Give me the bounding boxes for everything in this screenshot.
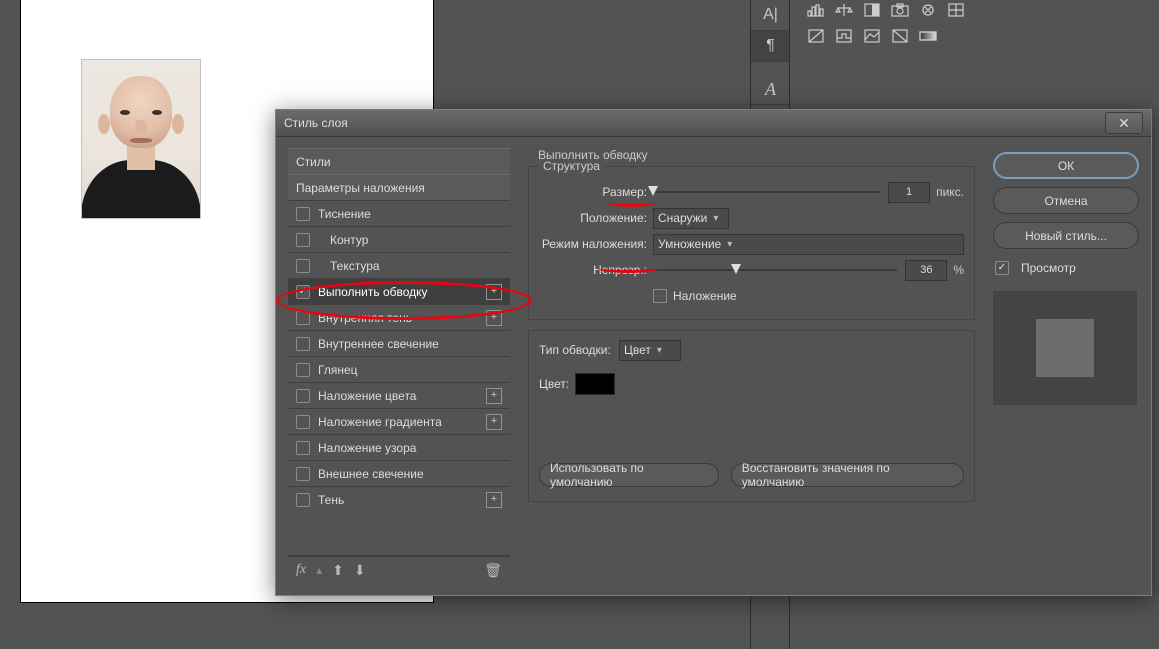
gradient-map-icon[interactable] bbox=[918, 28, 938, 44]
stroketype-label: Тип обводки: bbox=[539, 343, 619, 357]
move-up-icon[interactable]: ⬆ bbox=[332, 562, 344, 579]
effect-grad-overlay[interactable]: Наложение градиента + bbox=[288, 408, 510, 434]
checkbox-icon[interactable] bbox=[296, 467, 310, 481]
checkbox-icon[interactable] bbox=[296, 415, 310, 429]
effects-panel: Стили Параметры наложения Тиснение Конту… bbox=[288, 148, 510, 583]
effect-color-overlay[interactable]: Наложение цвета + bbox=[288, 382, 510, 408]
vtool-sep bbox=[751, 62, 790, 74]
opacity-slider[interactable] bbox=[653, 263, 897, 277]
add-effect-icon[interactable]: + bbox=[486, 310, 502, 326]
document-photo bbox=[81, 59, 201, 219]
styles-header[interactable]: Стили bbox=[288, 148, 510, 174]
grid-icon[interactable] bbox=[946, 2, 966, 18]
color-label: Цвет: bbox=[539, 377, 575, 391]
effect-bevel[interactable]: Тиснение bbox=[288, 200, 510, 226]
effect-stroke[interactable]: Выполнить обводку + bbox=[288, 278, 510, 304]
effect-inner-shadow[interactable]: Внутренняя тень + bbox=[288, 304, 510, 330]
checkbox-icon[interactable] bbox=[296, 363, 310, 377]
make-default-button[interactable]: Использовать по умолчанию bbox=[539, 463, 719, 487]
channel-mixer-icon[interactable] bbox=[890, 28, 910, 44]
checkbox-icon[interactable] bbox=[296, 259, 310, 273]
vtool-paragraph-icon[interactable]: ¶ bbox=[751, 31, 790, 62]
blending-options-header[interactable]: Параметры наложения bbox=[288, 174, 510, 200]
size-label: Размер: bbox=[539, 185, 653, 199]
size-unit: пикс. bbox=[936, 185, 964, 199]
blackwhite-icon[interactable] bbox=[806, 28, 826, 44]
camera-icon[interactable] bbox=[890, 2, 910, 18]
effect-pattern-overlay[interactable]: Наложение узора bbox=[288, 434, 510, 460]
contrast-icon[interactable] bbox=[862, 2, 882, 18]
opacity-unit: % bbox=[953, 263, 964, 277]
effect-texture[interactable]: Текстура bbox=[288, 252, 510, 278]
stroke-settings: Выполнить обводку Структура Размер: пикс… bbox=[522, 148, 981, 583]
fx-menu-icon[interactable]: fx bbox=[296, 562, 306, 578]
position-select[interactable]: Снаружи bbox=[653, 208, 729, 229]
add-effect-icon[interactable]: + bbox=[486, 492, 502, 508]
structure-group: Структура bbox=[539, 159, 604, 173]
size-slider[interactable] bbox=[653, 185, 880, 199]
preview-checkbox[interactable] bbox=[995, 261, 1009, 275]
add-effect-icon[interactable]: + bbox=[486, 388, 502, 404]
ok-button[interactable]: ОК bbox=[993, 152, 1139, 179]
layer-style-dialog: Стиль слоя ✕ Стили Параметры наложения Т… bbox=[275, 109, 1152, 596]
checkbox-icon[interactable] bbox=[296, 285, 310, 299]
preview-label: Просмотр bbox=[1021, 261, 1076, 275]
scales-icon[interactable] bbox=[834, 2, 854, 18]
checkbox-icon[interactable] bbox=[296, 441, 310, 455]
checkbox-icon[interactable] bbox=[296, 233, 310, 247]
reset-default-button[interactable]: Восстановить значения по умолчанию bbox=[731, 463, 964, 487]
preview-thumbnail bbox=[993, 291, 1137, 405]
checkbox-icon[interactable] bbox=[296, 337, 310, 351]
checkbox-icon[interactable] bbox=[296, 493, 310, 507]
new-style-button[interactable]: Новый стиль... bbox=[993, 222, 1139, 249]
position-label: Положение: bbox=[539, 211, 653, 225]
vtool-glyphs-icon[interactable]: A bbox=[751, 74, 790, 105]
overlay-label: Наложение bbox=[673, 289, 737, 303]
posterize-icon[interactable] bbox=[834, 28, 854, 44]
effect-drop-shadow[interactable]: Тень + bbox=[288, 486, 510, 512]
dialog-actions: ОК Отмена Новый стиль... Просмотр bbox=[993, 148, 1139, 583]
effect-inner-glow[interactable]: Внутреннее свечение bbox=[288, 330, 510, 356]
color-swatch[interactable] bbox=[575, 373, 615, 395]
add-effect-icon[interactable]: + bbox=[486, 414, 502, 430]
cancel-button[interactable]: Отмена bbox=[993, 187, 1139, 214]
opacity-input[interactable] bbox=[905, 260, 947, 281]
threshold-icon[interactable] bbox=[862, 28, 882, 44]
effect-contour[interactable]: Контур bbox=[288, 226, 510, 252]
checkbox-icon[interactable] bbox=[296, 207, 310, 221]
opacity-label: Непрозр.: bbox=[539, 263, 653, 277]
vtool-char-icon[interactable]: A| bbox=[751, 0, 790, 31]
histogram-icon[interactable] bbox=[806, 2, 826, 18]
checkbox-icon[interactable] bbox=[296, 389, 310, 403]
size-input[interactable] bbox=[888, 182, 930, 203]
overlay-checkbox[interactable] bbox=[653, 289, 667, 303]
close-button[interactable]: ✕ bbox=[1105, 112, 1143, 134]
dialog-titlebar[interactable]: Стиль слоя ✕ bbox=[276, 110, 1151, 137]
move-down-icon[interactable]: ⬇ bbox=[354, 562, 366, 579]
dialog-title: Стиль слоя bbox=[284, 116, 348, 130]
effect-outer-glow[interactable]: Внешнее свечение bbox=[288, 460, 510, 486]
checkbox-icon[interactable] bbox=[296, 311, 310, 325]
effects-icon[interactable] bbox=[918, 2, 938, 18]
effect-satin[interactable]: Глянец bbox=[288, 356, 510, 382]
trash-icon[interactable]: 🗑 bbox=[484, 562, 502, 579]
blend-mode-select[interactable]: Умножение bbox=[653, 234, 964, 255]
blend-mode-label: Режим наложения: bbox=[539, 237, 653, 251]
stroketype-select[interactable]: Цвет bbox=[619, 340, 681, 361]
add-effect-icon[interactable]: + bbox=[486, 284, 502, 300]
